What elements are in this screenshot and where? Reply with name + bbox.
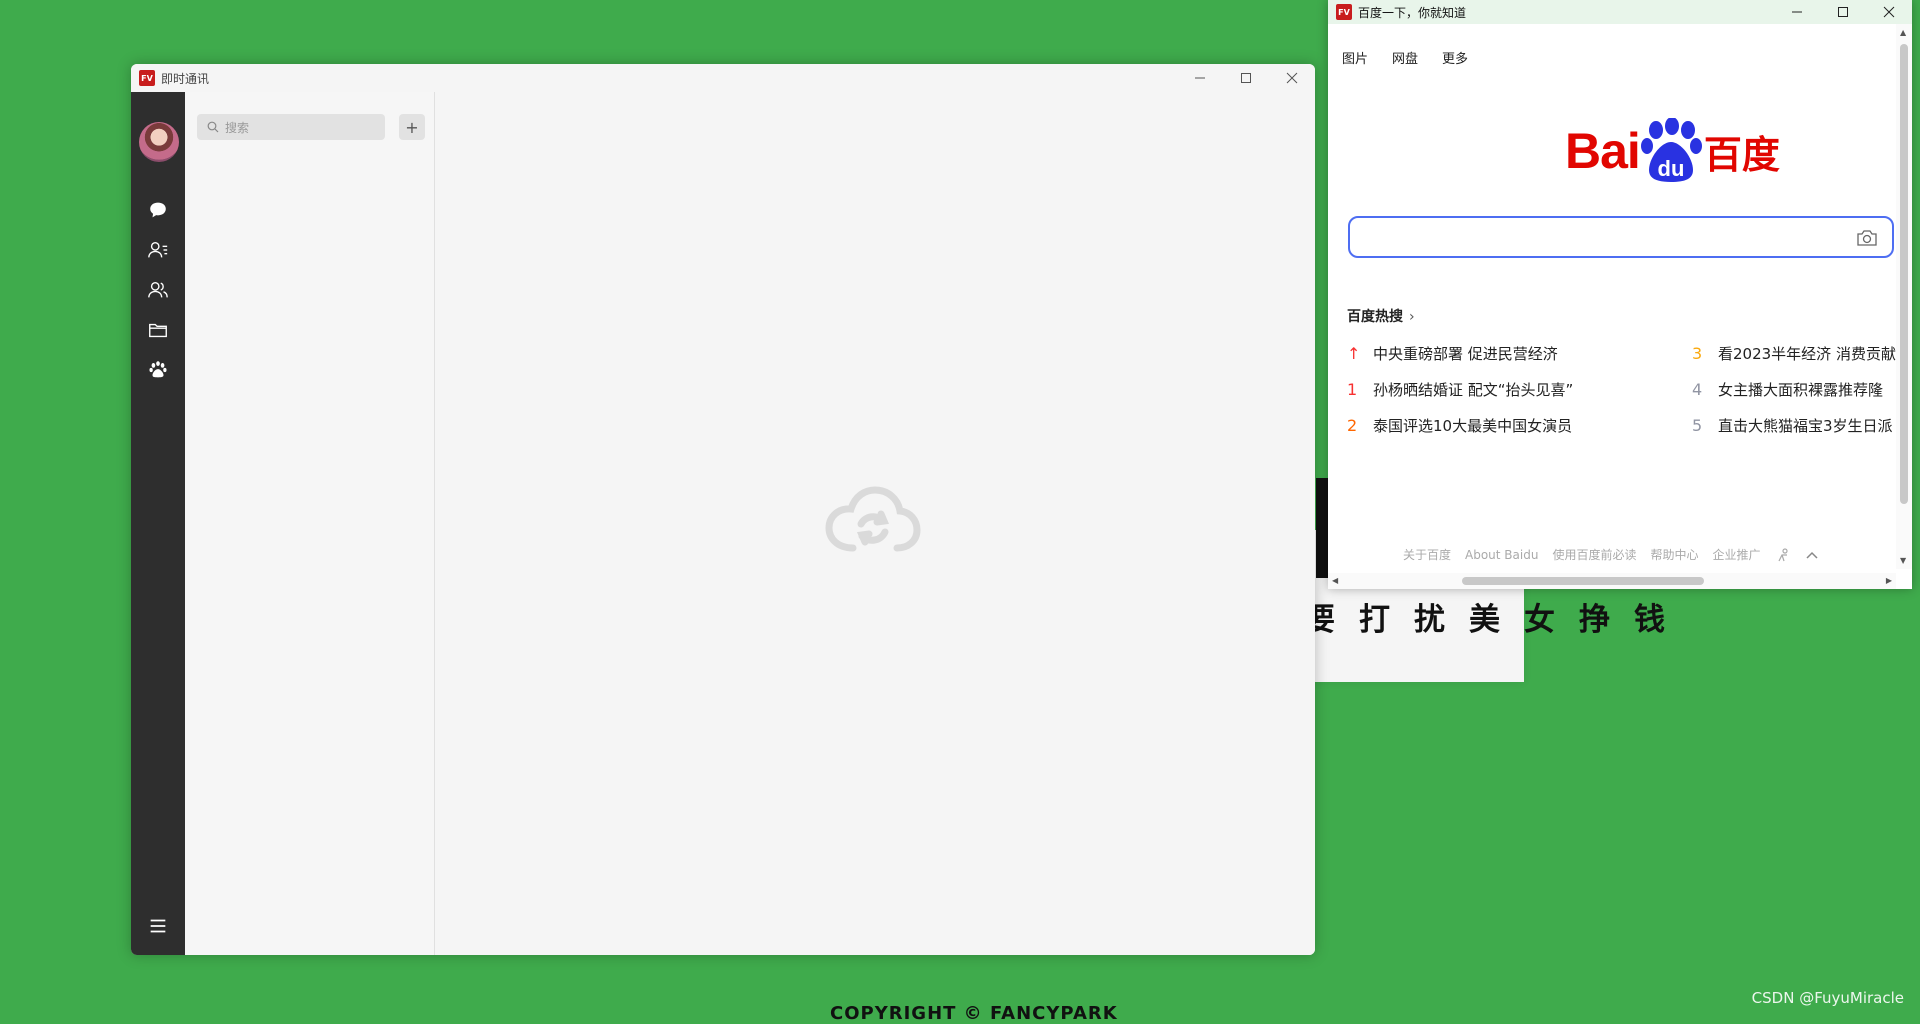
app-logo-icon: FV <box>139 70 155 86</box>
hot-rank: 1 <box>1347 379 1358 399</box>
search-input[interactable]: 搜索 <box>197 114 385 140</box>
im-window: FV 即时通讯 搜索 + <box>131 64 1315 955</box>
background-copyright: COPYRIGHT © FANCYPARK <box>830 1003 1118 1024</box>
chevron-up-icon[interactable] <box>1805 550 1819 560</box>
hot-search-title[interactable]: 百度热搜 › <box>1347 306 1415 326</box>
horizontal-scrollbar[interactable]: ◀ ▶ <box>1328 573 1896 589</box>
cloud-sync-icon <box>825 486 921 552</box>
hot-rank: 2 <box>1347 415 1358 435</box>
close-button[interactable] <box>1866 0 1912 24</box>
baidu-window: FV 百度一下，你就知道 图片 网盘 更多 Bai du 百度 百度热搜 › ↑… <box>1328 0 1912 589</box>
logo-text-hanzi: 百度 <box>1703 132 1780 177</box>
minimize-button[interactable] <box>1774 0 1820 24</box>
logo-text-bai: Bai <box>1565 123 1641 179</box>
hot-search-item[interactable]: 4 女主播大面积裸露推荐隆 <box>1692 371 1896 407</box>
hot-search-text: 女主播大面积裸露推荐隆 <box>1718 380 1884 399</box>
hot-rank: 5 <box>1692 415 1703 435</box>
hamburger-menu-icon[interactable] <box>146 914 170 938</box>
hot-rank: ↑ <box>1347 343 1361 363</box>
maximize-button[interactable] <box>1820 0 1866 24</box>
im-titlebar[interactable]: FV 即时通讯 <box>131 64 1315 92</box>
baidu-window-controls <box>1774 0 1912 28</box>
maximize-icon <box>1241 73 1251 83</box>
app-logo-icon: FV <box>1336 4 1352 20</box>
minimize-button[interactable] <box>1177 64 1223 92</box>
accessibility-icon[interactable] <box>1775 547 1791 562</box>
horizontal-scroll-thumb[interactable] <box>1462 577 1704 585</box>
add-button[interactable]: + <box>399 114 425 140</box>
paw-icon[interactable] <box>146 358 170 382</box>
scroll-right-arrow-icon[interactable]: ▶ <box>1886 576 1892 585</box>
hot-search-text: 直击大熊猫福宝3岁生日派 <box>1718 416 1893 435</box>
minimize-icon <box>1792 11 1802 13</box>
search-input[interactable] <box>1348 216 1894 258</box>
close-icon <box>1286 72 1298 84</box>
csdn-watermark: CSDN @FuyuMiracle <box>1751 989 1904 1007</box>
vertical-scrollbar[interactable]: ▲ ▼ <box>1896 24 1912 569</box>
hot-search-item[interactable]: 3 看2023半年经济 消费贡献 <box>1692 335 1896 371</box>
hot-search-title-text: 百度热搜 <box>1347 309 1403 325</box>
maximize-button[interactable] <box>1223 64 1269 92</box>
chat-bubble-icon[interactable] <box>146 198 170 222</box>
baidu-titlebar[interactable]: FV 百度一下，你就知道 <box>1328 0 1912 24</box>
scroll-down-arrow-icon[interactable]: ▼ <box>1900 556 1906 565</box>
hot-search-text: 泰国评选10大最美中国女演员 <box>1373 416 1573 435</box>
hot-rank: 3 <box>1692 343 1703 363</box>
im-sidebar <box>131 92 185 955</box>
scroll-left-arrow-icon[interactable]: ◀ <box>1332 576 1338 585</box>
maximize-icon <box>1838 7 1848 17</box>
search-placeholder: 搜索 <box>225 120 250 135</box>
scroll-up-arrow-icon[interactable]: ▲ <box>1900 28 1906 37</box>
chevron-right-icon: › <box>1409 309 1415 325</box>
hot-search-text: 看2023半年经济 消费贡献 <box>1718 344 1896 363</box>
conversation-list-panel: 搜索 + <box>185 92 435 955</box>
footer-link-about-en[interactable]: About Baidu <box>1465 548 1538 562</box>
avatar[interactable] <box>139 122 179 162</box>
nav-link-images[interactable]: 图片 <box>1342 48 1368 67</box>
baidu-logo[interactable]: Bai du 百度 <box>1565 117 1780 184</box>
nav-link-more[interactable]: 更多 <box>1442 48 1468 67</box>
background-slogan: 要打扰美女挣钱 <box>1304 602 1689 638</box>
footer-link-terms[interactable]: 使用百度前必读 <box>1552 546 1636 563</box>
footer-link-help[interactable]: 帮助中心 <box>1650 546 1698 563</box>
vertical-scroll-thumb[interactable] <box>1900 44 1908 504</box>
hot-search-item[interactable]: 5 直击大熊猫福宝3岁生日派 <box>1692 407 1896 443</box>
baidu-top-nav: 图片 网盘 更多 <box>1342 48 1468 67</box>
baidu-window-title: 百度一下，你就知道 <box>1358 5 1467 20</box>
hot-search-item[interactable]: 1 孙杨晒结婚证 配文“抬头见喜” <box>1347 371 1573 407</box>
close-button[interactable] <box>1269 64 1315 92</box>
logo-text-du: du <box>1657 156 1684 181</box>
hot-search-list-left: ↑ 中央重磅部署 促进民营经济 1 孙杨晒结婚证 配文“抬头见喜” 2 泰国评选… <box>1347 335 1573 443</box>
hot-search-text: 中央重磅部署 促进民营经济 <box>1373 344 1558 363</box>
hot-search-item[interactable]: ↑ 中央重磅部署 促进民营经济 <box>1347 335 1573 371</box>
minimize-icon <box>1195 77 1205 79</box>
close-icon <box>1883 6 1895 18</box>
contacts-icon[interactable] <box>146 238 170 262</box>
im-window-controls <box>1177 64 1315 92</box>
search-icon <box>207 121 219 133</box>
baidu-footer: 关于百度 About Baidu 使用百度前必读 帮助中心 企业推广 <box>1403 546 1819 563</box>
folder-icon[interactable] <box>146 318 170 342</box>
hot-rank: 4 <box>1692 379 1703 399</box>
camera-icon[interactable] <box>1856 229 1878 247</box>
group-icon[interactable] <box>146 278 170 302</box>
hot-search-text: 孙杨晒结婚证 配文“抬头见喜” <box>1373 380 1574 399</box>
hot-search-list-right: 3 看2023半年经济 消费贡献 4 女主播大面积裸露推荐隆 5 直击大熊猫福宝… <box>1692 335 1896 443</box>
nav-link-netdisk[interactable]: 网盘 <box>1392 48 1418 67</box>
hot-search-item[interactable]: 2 泰国评选10大最美中国女演员 <box>1347 407 1573 443</box>
im-window-title: 即时通讯 <box>161 71 210 86</box>
chat-main-area <box>435 92 1315 955</box>
baidu-paw-logo-icon: du <box>1640 117 1702 184</box>
footer-link-about[interactable]: 关于百度 <box>1403 546 1451 563</box>
footer-link-business[interactable]: 企业推广 <box>1712 546 1760 563</box>
